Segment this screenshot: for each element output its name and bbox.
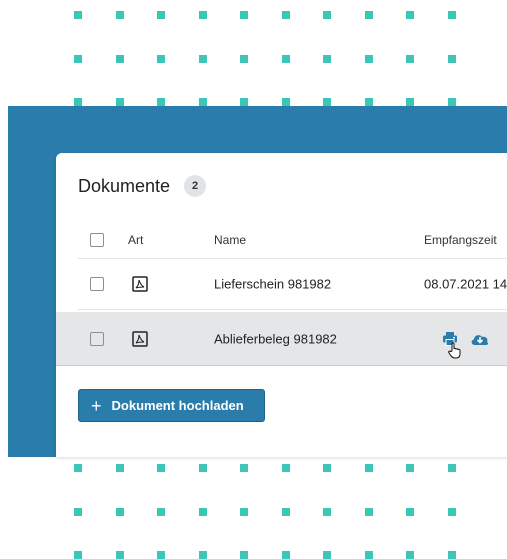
card-title: Dokumente [78, 175, 171, 196]
table-header: Art Name Empfangszeit [78, 222, 507, 259]
upload-document-button[interactable]: + Dokument hochladen [78, 389, 265, 422]
card-header: Dokumente 2 [78, 175, 207, 197]
pdf-icon [132, 276, 148, 292]
pdf-icon [132, 330, 148, 347]
column-header-name[interactable]: Name [214, 233, 246, 247]
document-count-badge: 2 [184, 175, 207, 197]
column-header-empfangszeit[interactable]: Empfangszeit [424, 233, 497, 247]
plus-icon: + [91, 395, 102, 416]
document-name[interactable]: Ablieferbeleg 981982 [214, 331, 337, 346]
hand-cursor-icon [448, 342, 461, 359]
upload-document-label: Dokument hochladen [111, 398, 244, 413]
received-time: 08.07.2021 14 [424, 276, 507, 292]
decorative-dot-grid-bottom [74, 464, 456, 559]
column-header-art[interactable]: Art [128, 233, 143, 247]
row-checkbox[interactable] [90, 331, 104, 346]
document-name[interactable]: Lieferschein 981982 [214, 277, 331, 292]
table-row[interactable]: Lieferschein 981982 08.07.2021 14 [78, 259, 507, 310]
row-checkbox[interactable] [90, 277, 104, 291]
cloud-download-icon[interactable] [470, 332, 490, 346]
select-all-checkbox[interactable] [90, 233, 104, 247]
decorative-dot-grid-top [74, 11, 456, 106]
documents-card: Dokumente 2 Art Name Empfangszeit Liefer… [56, 153, 507, 457]
table-row[interactable]: Ablieferbeleg 981982 [56, 312, 507, 366]
